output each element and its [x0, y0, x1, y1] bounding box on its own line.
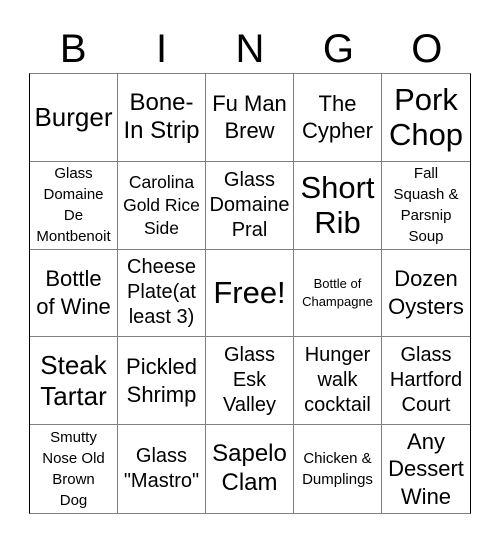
bingo-cell[interactable]: Cheese Plate(at least 3) — [118, 249, 206, 338]
bingo-cell[interactable]: Glass Esk Valley — [206, 337, 294, 426]
bingo-cell[interactable]: Hunger walk cocktail — [294, 337, 382, 426]
cell-label: Bottle of Wine — [36, 266, 111, 319]
header-letter-g: G — [322, 27, 354, 71]
header-letter-o: O — [411, 27, 443, 71]
cell-label: Glass Esk Valley — [223, 344, 276, 417]
cell-label: Glass "Mastro" — [123, 445, 200, 493]
free-space[interactable]: Free! — [206, 249, 294, 338]
bingo-cell[interactable]: Burger — [30, 74, 118, 162]
bingo-header: B I N G O — [29, 26, 471, 72]
bingo-cell[interactable]: Pickled Shrimp — [118, 337, 206, 426]
bingo-cell[interactable]: Chicken & Dumplings — [294, 425, 382, 513]
cell-label: Chicken & Dumplings — [302, 450, 373, 489]
header-letter-i: I — [156, 27, 168, 71]
cell-label: Smutty Nose Old Brown Dog — [42, 429, 105, 510]
bingo-cell[interactable]: Glass Domaine Pral — [206, 161, 294, 250]
bingo-cell[interactable]: Smutty Nose Old Brown Dog — [30, 425, 118, 513]
bingo-cell[interactable]: Dozen Oysters — [382, 250, 470, 338]
header-letter-n: N — [235, 27, 265, 71]
bingo-cell[interactable]: Short Rib — [294, 161, 382, 250]
bingo-cell[interactable]: Sapelo Clam — [206, 425, 294, 513]
bingo-cell[interactable]: The Cypher — [294, 74, 382, 162]
bingo-cell[interactable]: Fu Man Brew — [206, 74, 294, 162]
bingo-cell[interactable]: Glass "Mastro" — [118, 425, 206, 513]
cell-label: Bottle of Champagne — [302, 275, 373, 309]
cell-label: Glass Hartford Court — [389, 344, 463, 417]
bingo-cell[interactable]: Bottle of Wine — [30, 249, 118, 338]
cell-label: The Cypher — [302, 90, 373, 144]
bingo-cell[interactable]: Glass Domaine De Montbenoit — [30, 161, 118, 250]
cell-label: Sapelo Clam — [212, 440, 287, 497]
bingo-cell[interactable]: Glass Hartford Court — [382, 337, 470, 426]
cell-label: Pickled Shrimp — [126, 354, 197, 407]
cell-label: Fu Man Brew — [212, 90, 287, 144]
bingo-grid: Burger Bone- In Strip Fu Man Brew The Cyphe… — [29, 73, 471, 514]
header-letter-b: B — [59, 27, 87, 71]
cell-label: Short Rib — [300, 169, 375, 241]
cell-label: Glass Domaine De Montbenoit — [36, 165, 111, 246]
cell-label: Cheese Plate(at least 3) — [127, 256, 196, 329]
bingo-cell[interactable]: Fall Squash & Parsnip Soup — [382, 162, 470, 250]
cell-label: Hunger walk cocktail — [304, 344, 371, 417]
cell-label: Fall Squash & Parsnip Soup — [393, 165, 459, 246]
cell-label: Carolina Gold Rice Side — [123, 172, 200, 238]
bingo-cell[interactable]: Bottle of Champagne — [294, 249, 382, 338]
bingo-cell[interactable]: Carolina Gold Rice Side — [118, 161, 206, 250]
bingo-cell[interactable]: Steak Tartar — [30, 337, 118, 426]
cell-label: Steak Tartar — [40, 349, 107, 411]
cell-label: Any Dessert Wine — [388, 428, 464, 509]
cell-label: Pork Chop — [388, 81, 464, 153]
cell-label: Glass Domaine Pral — [209, 168, 290, 241]
cell-label: Bone- In Strip — [123, 88, 200, 145]
bingo-cell[interactable]: Bone- In Strip — [118, 74, 206, 162]
bingo-cell[interactable]: Pork Chop — [382, 74, 470, 162]
cell-label: Free! — [213, 275, 286, 311]
cell-label: Burger — [34, 101, 113, 132]
cell-label: Dozen Oysters — [388, 266, 464, 319]
bingo-cell[interactable]: Any Dessert Wine — [382, 425, 470, 513]
